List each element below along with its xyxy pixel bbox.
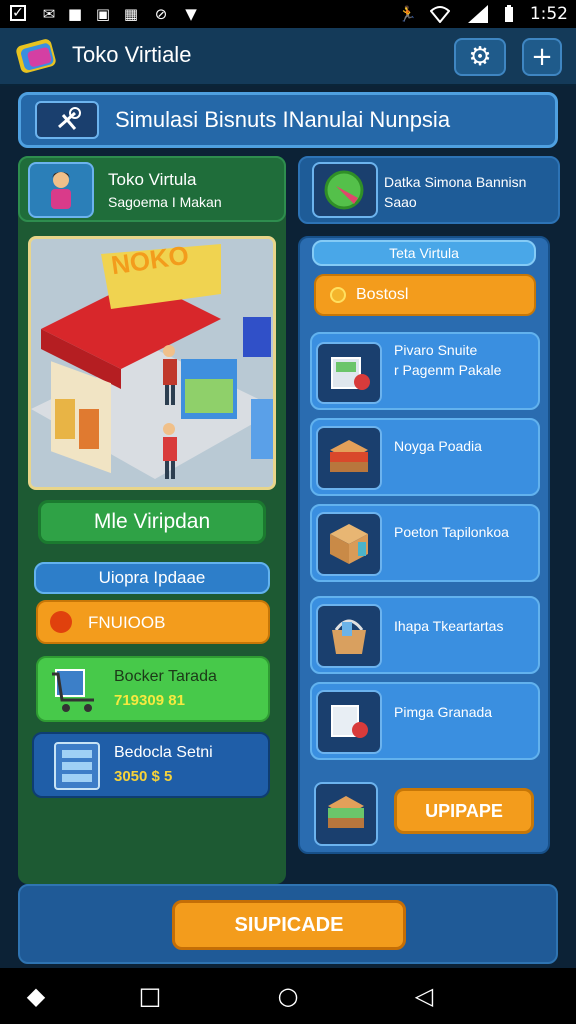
recents-button[interactable]: □ [136, 982, 164, 1010]
alert-pill[interactable]: FNUIOOB [36, 600, 270, 644]
wifi-icon [429, 5, 451, 24]
virtual-main-button[interactable]: Mle Viripdan [38, 500, 266, 544]
blocked-icon: ⊘ [154, 5, 168, 23]
right-panel: Datka Simona Bannisn Saao Teta Virtula B… [298, 156, 560, 884]
business-card[interactable]: Datka Simona Bannisn Saao [298, 156, 560, 224]
product-item-5[interactable]: Pimga Granada [310, 682, 540, 760]
right-alert-pill[interactable]: Bostosl [314, 274, 536, 316]
app-logo-icon [14, 36, 62, 78]
back-button[interactable]: ◁ [410, 982, 438, 1010]
leaf-tag-icon [312, 162, 378, 218]
alert-label: FNUIOOB [88, 613, 166, 632]
product-item-4[interactable]: Ihapa Tkeartartas [310, 596, 540, 674]
box-stack-icon [54, 742, 100, 790]
location-icon: ▼ [185, 5, 197, 23]
battery-icon [500, 5, 518, 23]
add-button[interactable]: + [522, 38, 562, 76]
circle-icon: ○ [277, 982, 299, 1010]
mail-icon: ✉ [42, 5, 56, 23]
business-card-title: Datka Simona Bannisn [384, 174, 527, 190]
stat-cart-value: 719309 81 [114, 692, 185, 709]
left-panel: Toko Virtula Sagoema I Makan NOKO Mle Vi… [18, 156, 286, 884]
profile-name: Toko Virtula [108, 170, 197, 189]
stat-card-sales[interactable]: Bedocla Setni 3050 $ 5 [32, 732, 270, 798]
checkbox-notification-icon: ✓ [10, 5, 26, 21]
supplicate-button[interactable]: SIUPICADE [172, 900, 406, 950]
stat-cart-label: Bocker Tarada [114, 668, 217, 685]
stat-card-cart[interactable]: Bocker Tarada 719309 81 [36, 656, 270, 722]
stat-sales-value: 3050 $ 5 [114, 768, 173, 785]
product-item-2-title: Noyga Poadia [394, 438, 482, 454]
sandwich-icon [316, 426, 382, 490]
message-icon: ■ [67, 5, 83, 23]
package-icon [316, 512, 382, 576]
right-alert-label: Bostosl [356, 286, 409, 303]
status-bar: ✓ ✉ ■ ▣ ▦ ⊘ ▼ 🏃 1:52 [0, 0, 576, 28]
produce-icon [316, 342, 382, 404]
update-section-header: Uiopra Ipdaae [34, 562, 270, 594]
product-item-1-title: Pivaro Snuite [394, 342, 478, 358]
photo-icon: ▣ [95, 5, 111, 23]
grocery-basket-icon [316, 604, 382, 668]
plus-icon: + [531, 42, 553, 72]
product-item-2[interactable]: Noyga Poadia [310, 418, 540, 496]
product-item-1-subtitle: r Pagenm Pakale [394, 362, 502, 378]
calendar-icon: ▦ [123, 5, 139, 23]
sandwich-small-icon [314, 782, 378, 846]
profile-card[interactable]: Toko Virtula Sagoema I Makan [18, 156, 286, 222]
product-item-1[interactable]: Pivaro Snuite r Pagenm Pakale [310, 332, 540, 410]
triangle-back-icon: ◁ [414, 982, 434, 1010]
product-item-3[interactable]: Poeton Tapilonkoa [310, 504, 540, 582]
coin-icon [330, 287, 346, 303]
product-list-header: Teta Virtula [312, 240, 536, 266]
product-item-3-title: Poeton Tapilonkoa [394, 524, 509, 540]
app-bar: Toko Virtiale ⚙ + [0, 28, 576, 86]
stat-sales-label: Bedocla Setni [114, 744, 213, 761]
app-title: Toko Virtiale [72, 42, 192, 67]
tools-icon [35, 101, 99, 139]
profile-subtitle: Sagoema I Makan [108, 194, 222, 210]
clock: 1:52 [529, 4, 568, 24]
product-item-5-title: Pimga Granada [394, 704, 493, 720]
signal-icon [468, 5, 488, 23]
shopkeeper-avatar [28, 162, 94, 218]
title-banner: Simulasi Bisnuts INanulai Nunpsia [18, 92, 558, 148]
update-button[interactable]: UPIPAPE [394, 788, 534, 834]
gear-icon: ⚙ [468, 42, 492, 72]
system-nav-bar: ◆ □ ○ ◁ [0, 968, 576, 1024]
diamond-nav-icon[interactable]: ◆ [22, 982, 50, 1010]
square-icon: □ [138, 982, 162, 1010]
alert-icon [50, 611, 72, 633]
run-icon: 🏃 [398, 5, 417, 23]
store-illustration: NOKO [28, 236, 276, 490]
shopping-cart-icon [50, 664, 106, 716]
banner-title: Simulasi Bisnuts INanulai Nunpsia [115, 107, 451, 132]
home-button[interactable]: ○ [274, 982, 302, 1010]
fridge-apple-icon [316, 690, 382, 754]
bottom-bar: SIUPICADE [18, 884, 558, 964]
settings-button[interactable]: ⚙ [454, 38, 506, 76]
business-card-subtitle: Saao [384, 194, 417, 210]
product-item-4-title: Ihapa Tkeartartas [394, 618, 504, 634]
